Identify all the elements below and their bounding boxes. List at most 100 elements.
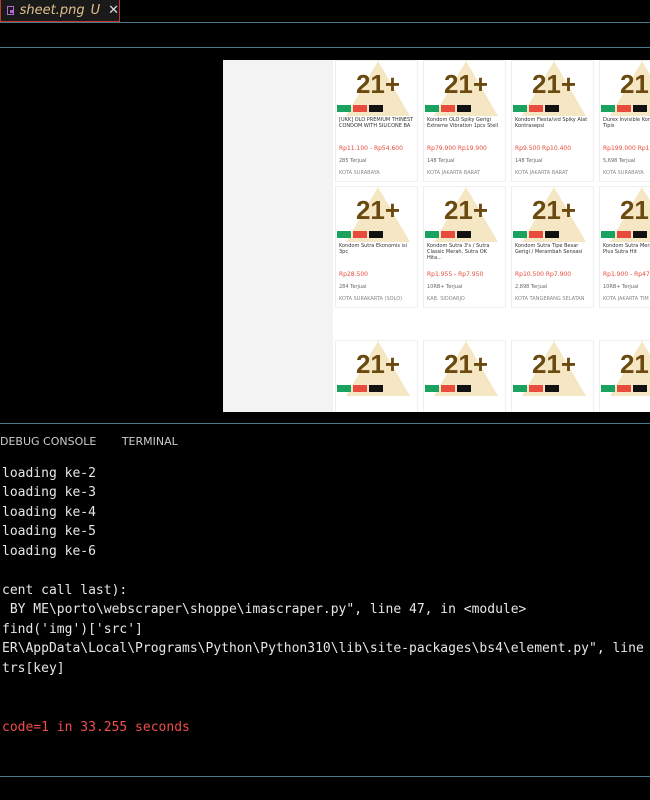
product-price: Rp28.500 bbox=[339, 271, 368, 278]
product-title: [UKK] OLO PREMIUM THINEST CONDOM WITH SI… bbox=[339, 117, 414, 129]
product-sold: 10RB+ Terjual bbox=[427, 284, 463, 290]
promo-badge bbox=[529, 231, 543, 238]
terminal-line: loading ke-5 bbox=[2, 524, 96, 539]
product-price: Rp1.955 - Rp7.950 bbox=[427, 271, 484, 278]
exit-time: in 33.255 seconds bbox=[48, 720, 190, 735]
product-card: 21+ bbox=[423, 340, 506, 412]
product-card: 21+ Kondom Sutra Merah Sutra Plus Sutra H… bbox=[599, 186, 650, 308]
product-card: 21+ bbox=[599, 340, 650, 412]
tab-filename: sheet.png bbox=[19, 3, 85, 18]
product-logo-text: 21+ bbox=[443, 69, 489, 99]
promo-badge bbox=[633, 231, 647, 238]
product-title: Kondom Sutra Ekonomis isi 3pc bbox=[339, 243, 407, 255]
promo-badges bbox=[601, 385, 647, 392]
close-icon[interactable]: ✕ bbox=[108, 3, 119, 18]
promo-badge bbox=[513, 385, 527, 392]
panel-tabs: DEBUG CONSOLE TERMINAL bbox=[0, 435, 200, 448]
product-logo-text: 21+ bbox=[619, 69, 650, 99]
promo-badge bbox=[633, 105, 647, 112]
promo-badge bbox=[513, 231, 527, 238]
product-logo-text: 21+ bbox=[443, 349, 489, 379]
promo-badge bbox=[545, 231, 559, 238]
product-sold: 148 Terjual bbox=[515, 158, 543, 164]
editor-tab-sheet-png[interactable]: sheet.png U ✕ bbox=[0, 0, 120, 22]
promo-badge bbox=[529, 385, 543, 392]
product-card: 21+ [UKK] OLO PREMIUM THINEST CONDOM WITH… bbox=[335, 60, 418, 182]
product-card: 21+ bbox=[335, 340, 418, 412]
promo-badges bbox=[337, 231, 383, 238]
tab-divider bbox=[0, 22, 650, 23]
product-location: KAB. SIDOARJO bbox=[427, 296, 465, 302]
terminal-line: loading ke-6 bbox=[2, 544, 96, 559]
promo-badge bbox=[369, 231, 383, 238]
promo-badge bbox=[441, 231, 455, 238]
product-card: 21+ Kondom Fiesta/vid Spiky Alat Kontrase… bbox=[511, 60, 594, 182]
promo-badge bbox=[353, 385, 367, 392]
promo-badge bbox=[545, 385, 559, 392]
tab-debug-console[interactable]: DEBUG CONSOLE bbox=[0, 435, 96, 448]
product-location: KOTA TANGERANG SELATAN bbox=[515, 296, 585, 302]
promo-badge bbox=[513, 105, 527, 112]
promo-badge bbox=[601, 385, 615, 392]
product-sold: 5,698 Terjual bbox=[603, 158, 636, 164]
product-title: Kondom Sutra Tipe Besar Gerigi / Meramba… bbox=[515, 243, 583, 255]
terminal-line: cent call last): bbox=[2, 583, 128, 598]
product-price: Rp199.000 Rp17 bbox=[603, 145, 650, 152]
promo-badge bbox=[529, 105, 543, 112]
product-logo-text: 21+ bbox=[355, 349, 401, 379]
promo-badge bbox=[457, 231, 471, 238]
terminal-exit-line: code=1 in 33.255 seconds bbox=[2, 718, 190, 738]
promo-badge bbox=[337, 105, 351, 112]
promo-badge bbox=[353, 231, 367, 238]
product-card: 21+ Kondom Sutra Ekonomis isi 3pc Rp28.500… bbox=[335, 186, 418, 308]
promo-badges bbox=[601, 105, 647, 112]
terminal-line: trs[key] bbox=[2, 661, 65, 676]
product-logo-text: 21+ bbox=[531, 69, 577, 99]
promo-badges bbox=[425, 231, 471, 238]
product-logo-text: 21+ bbox=[531, 195, 577, 225]
promo-badges bbox=[513, 385, 559, 392]
promo-badge bbox=[441, 385, 455, 392]
product-title: Kondom Sutra Merah Sutra Plus Sutra Hit bbox=[603, 243, 650, 255]
product-price: Rp1.900 - Rp47 bbox=[603, 271, 650, 278]
product-card: 21+ Durex Invisible Kondom Extra Tipis Rp1… bbox=[599, 60, 650, 182]
promo-badge bbox=[369, 105, 383, 112]
promo-badges bbox=[337, 105, 383, 112]
product-title: Kondom OLO Spiky Gerigi Extreme Vibratio… bbox=[427, 117, 499, 129]
product-card: 21+ Kondom OLO Spiky Gerigi Extreme Vibra… bbox=[423, 60, 506, 182]
terminal-line: find('img')['src'] bbox=[2, 622, 143, 637]
promo-badge bbox=[457, 105, 471, 112]
image-file-icon bbox=[7, 6, 14, 15]
promo-badge bbox=[425, 385, 439, 392]
terminal-line: loading ke-3 bbox=[2, 485, 96, 500]
product-logo-text: 21+ bbox=[355, 69, 401, 99]
product-title: Kondom Fiesta/vid Spiky Alat Kontrasepsi bbox=[515, 117, 588, 129]
product-location: KOTA SURAKARTA (SOLO) bbox=[339, 296, 403, 302]
promo-badge bbox=[457, 385, 471, 392]
editor-divider bbox=[0, 47, 650, 48]
image-preview: 21+ [UKK] OLO PREMIUM THINEST CONDOM WITH… bbox=[223, 60, 650, 412]
promo-badge bbox=[617, 385, 631, 392]
promo-badge bbox=[617, 231, 631, 238]
promo-badge bbox=[617, 105, 631, 112]
promo-badges bbox=[337, 385, 383, 392]
promo-badge bbox=[353, 105, 367, 112]
promo-badge bbox=[337, 231, 351, 238]
product-location: KOTA SURABAYA bbox=[603, 170, 644, 176]
promo-badge bbox=[633, 385, 647, 392]
tab-status: U bbox=[90, 3, 101, 18]
promo-badge bbox=[545, 105, 559, 112]
terminal-line: loading ke-4 bbox=[2, 505, 96, 520]
product-price: Rp79.900 Rp19.900 bbox=[427, 145, 487, 152]
promo-badge bbox=[441, 105, 455, 112]
product-location: KOTA JAKARTA BARAT bbox=[515, 170, 569, 176]
promo-badge bbox=[425, 231, 439, 238]
promo-badge bbox=[337, 385, 351, 392]
product-location: KOTA JAKARTA TIM bbox=[603, 296, 649, 302]
product-title: Durex Invisible Kondom Extra Tipis bbox=[603, 117, 650, 129]
tab-terminal[interactable]: TERMINAL bbox=[122, 435, 178, 448]
product-card: 21+ bbox=[511, 340, 594, 412]
terminal-line: BY ME\porto\webscraper\shoppe\imascraper… bbox=[2, 602, 527, 617]
promo-badge bbox=[369, 385, 383, 392]
product-card: 21+ Kondom Sutra Tipe Besar Gerigi / Mera… bbox=[511, 186, 594, 308]
